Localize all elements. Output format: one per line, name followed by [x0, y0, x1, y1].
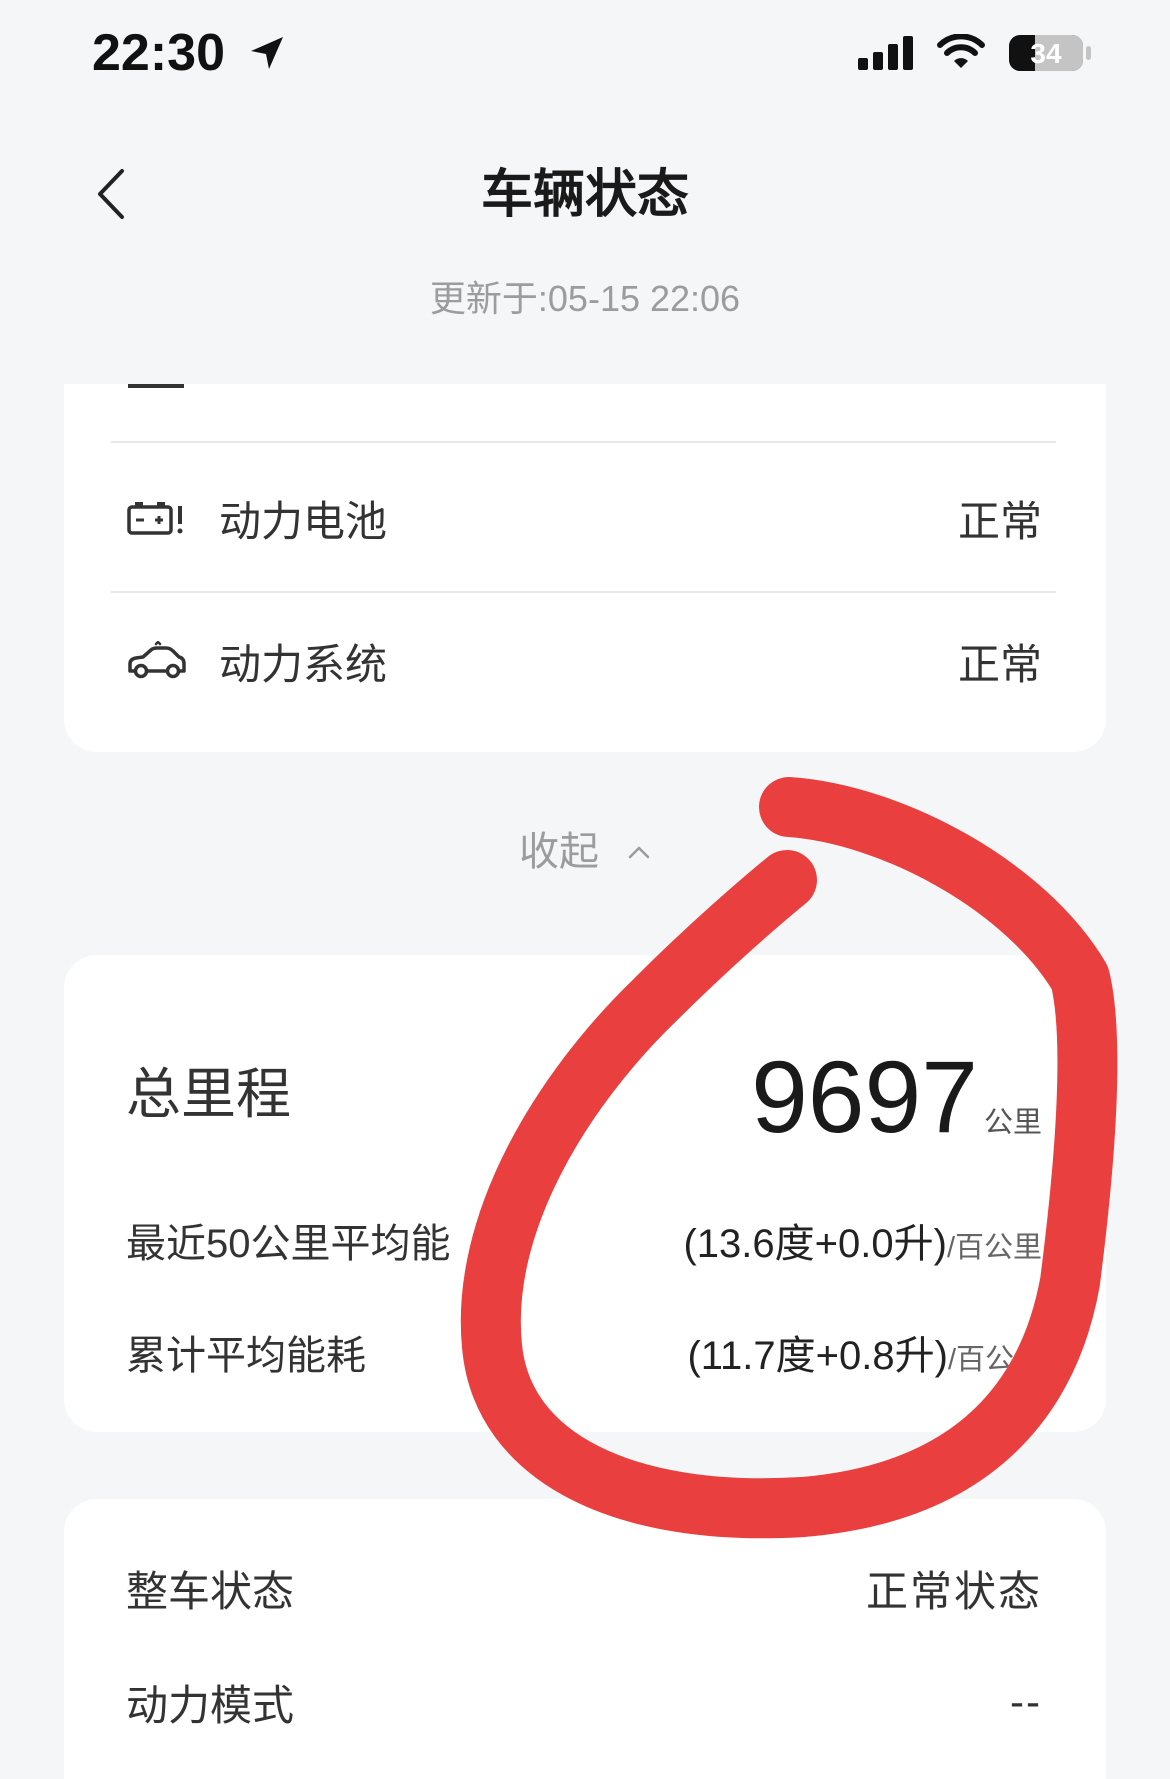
info-row-value: -- — [1010, 1678, 1042, 1725]
collapse-toggle[interactable]: 收起 — [0, 828, 1170, 876]
status-row-label: 动力系统 — [219, 640, 388, 688]
consumption-amount: (11.7度+0.8升) — [687, 1334, 948, 1378]
car-icon — [126, 641, 188, 681]
status-row-power-battery: 动力电池 正常 — [126, 478, 1042, 558]
location-arrow-icon — [247, 33, 287, 78]
cellular-signal-icon — [856, 36, 916, 77]
info-row-label: 整车状态 — [126, 1567, 295, 1615]
mileage-title: 总里程 — [126, 1063, 292, 1125]
status-row-value: 正常 — [957, 497, 1042, 545]
info-row-label: 动力模式 — [126, 1681, 295, 1729]
recent-consumption-row: 最近50公里平均能 (13.6度+0.0升) /百公里 — [126, 1215, 1042, 1266]
divider — [111, 591, 1056, 593]
vehicle-status-card: 整车状态 正常状态 动力模式 -- — [64, 1499, 1106, 1779]
status-row-label: 动力电池 — [219, 497, 388, 545]
chevron-up-icon — [627, 844, 651, 860]
wifi-icon — [936, 33, 986, 77]
status-time: 22:30 — [92, 24, 225, 82]
updated-timestamp: 更新于:05-15 22:06 — [429, 278, 741, 319]
cumulative-consumption-row: 累计平均能耗 (11.7度+0.8升) /百公 — [126, 1327, 1014, 1378]
total-mileage-unit: 公里 — [983, 1107, 1042, 1139]
battery-level: 34 — [1030, 38, 1062, 69]
total-mileage: 9697 公里 — [751, 1046, 1042, 1148]
battery-warning-icon — [126, 498, 188, 538]
status-row-value: 正常 — [957, 640, 1042, 688]
collapse-label: 收起 — [519, 830, 599, 874]
page-title: 车辆状态 — [480, 166, 689, 224]
consumption-unit: /百公里 — [946, 1232, 1042, 1264]
total-mileage-value: 9697 — [751, 1040, 978, 1154]
component-status-card: 动力电池 正常 动力系统 正常 — [64, 384, 1106, 752]
consumption-label: 最近50公里平均能 — [126, 1222, 451, 1266]
info-row-value: 正常状态 — [865, 1567, 1042, 1615]
divider — [111, 441, 1056, 443]
clipped-row-icon — [128, 384, 184, 388]
vehicle-state-row: 整车状态 正常状态 — [126, 1560, 1042, 1616]
status-row-power-system: 动力系统 正常 — [126, 621, 1042, 701]
consumption-value: (11.7度+0.8升) /百公 — [687, 1323, 1014, 1381]
consumption-value: (13.6度+0.0升) /百公里 — [683, 1211, 1042, 1269]
consumption-amount: (13.6度+0.0升) — [683, 1222, 947, 1266]
battery-icon: 34 — [1008, 33, 1092, 78]
power-mode-row: 动力模式 -- — [126, 1674, 1042, 1730]
consumption-label: 累计平均能耗 — [126, 1334, 366, 1378]
consumption-unit: /百公 — [947, 1344, 1014, 1376]
mileage-card: 总里程 9697 公里 最近50公里平均能 (13.6度+0.0升) /百公里 … — [64, 955, 1106, 1432]
